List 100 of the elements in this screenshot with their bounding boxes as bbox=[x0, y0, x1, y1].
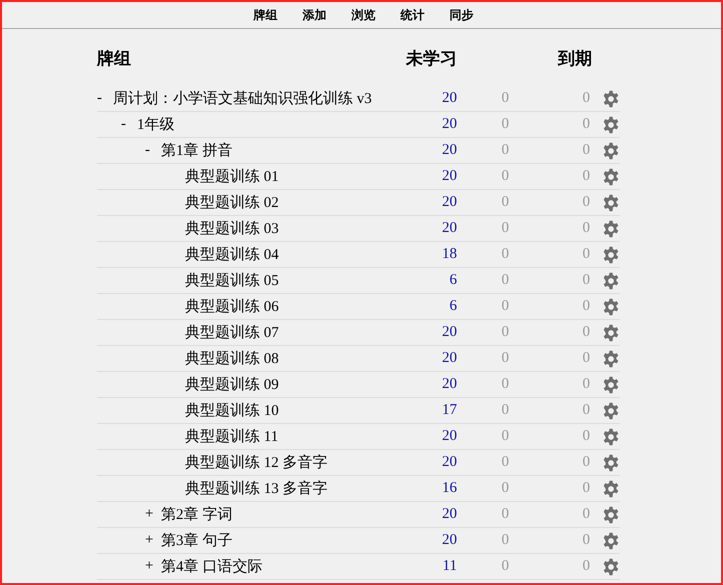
deck-name[interactable]: 典型题训练 11 bbox=[185, 427, 278, 446]
collapse-toggle[interactable]: - bbox=[97, 90, 113, 107]
settings-icon[interactable] bbox=[602, 116, 620, 134]
due-count: 0 bbox=[582, 142, 591, 159]
due-count: 0 bbox=[582, 506, 591, 523]
new-count: 20 bbox=[441, 532, 457, 549]
settings-icon[interactable] bbox=[602, 324, 620, 342]
deck-name[interactable]: 典型题训练 01 bbox=[185, 167, 279, 186]
settings-icon[interactable] bbox=[602, 376, 620, 394]
nav-link[interactable]: 同步 bbox=[450, 6, 474, 24]
learn-count: 0 bbox=[500, 376, 510, 393]
learn-count: 0 bbox=[500, 506, 510, 523]
learn-count: 0 bbox=[500, 246, 510, 263]
learn-count: 0 bbox=[500, 142, 510, 159]
deck-name[interactable]: 第4章 口语交际 bbox=[161, 557, 262, 576]
learn-count: 0 bbox=[500, 298, 510, 315]
collapse-toggle[interactable]: + bbox=[145, 532, 161, 549]
learn-count: 0 bbox=[500, 480, 510, 497]
settings-icon[interactable] bbox=[602, 246, 620, 264]
deck-name[interactable]: 典型题训练 12 多音字 bbox=[185, 453, 328, 472]
settings-icon[interactable] bbox=[602, 402, 620, 420]
new-count: 20 bbox=[441, 506, 457, 523]
learn-count: 0 bbox=[500, 168, 510, 185]
settings-icon[interactable] bbox=[602, 90, 620, 108]
due-count: 0 bbox=[582, 272, 591, 289]
collapse-toggle[interactable]: + bbox=[145, 558, 161, 575]
settings-icon[interactable] bbox=[602, 168, 620, 186]
learn-count: 0 bbox=[500, 116, 510, 133]
collapse-toggle[interactable]: + bbox=[145, 506, 161, 523]
column-header: 到期 bbox=[556, 48, 592, 70]
settings-icon[interactable] bbox=[602, 454, 620, 472]
new-count: 20 bbox=[441, 324, 457, 341]
settings-icon[interactable] bbox=[602, 532, 620, 550]
new-count: 17 bbox=[441, 402, 457, 419]
due-count: 0 bbox=[582, 246, 591, 263]
column-header: 牌组 bbox=[97, 48, 132, 70]
new-count: 20 bbox=[441, 376, 457, 393]
new-count: 6 bbox=[448, 272, 457, 289]
due-count: 0 bbox=[582, 220, 591, 237]
due-count: 0 bbox=[582, 402, 591, 419]
deck-name[interactable]: 典型题训练 02 bbox=[185, 193, 279, 212]
settings-icon[interactable] bbox=[602, 350, 620, 368]
deck-name[interactable]: 典型题训练 03 bbox=[185, 219, 279, 238]
deck-name[interactable]: 典型题训练 05 bbox=[185, 271, 279, 290]
settings-icon[interactable] bbox=[602, 142, 620, 160]
nav-link[interactable]: 牌组 bbox=[254, 6, 278, 24]
due-count: 0 bbox=[582, 454, 591, 471]
due-count: 0 bbox=[582, 194, 591, 211]
due-count: 0 bbox=[582, 480, 591, 497]
new-count: 18 bbox=[441, 246, 457, 263]
new-count: 20 bbox=[441, 350, 457, 367]
learn-count: 0 bbox=[500, 220, 510, 237]
learn-count: 0 bbox=[500, 428, 510, 445]
deck-name[interactable]: 典型题训练 10 bbox=[185, 401, 279, 420]
deck-name[interactable]: 周计划：小学语文基础知识强化训练 v3 bbox=[113, 89, 372, 108]
due-count: 0 bbox=[582, 168, 591, 185]
deck-name[interactable]: 典型题训练 13 多音字 bbox=[185, 479, 328, 498]
new-count: 16 bbox=[441, 480, 457, 497]
settings-icon[interactable] bbox=[602, 272, 620, 290]
deck-name[interactable]: 第1章 拼音 bbox=[161, 141, 232, 160]
new-count: 11 bbox=[442, 558, 457, 575]
deck-name[interactable]: 典型题训练 06 bbox=[185, 297, 279, 316]
learn-count: 0 bbox=[500, 532, 510, 549]
nav-link[interactable]: 统计 bbox=[400, 6, 424, 24]
due-count: 0 bbox=[582, 298, 591, 315]
deck-name[interactable]: 典型题训练 08 bbox=[185, 349, 279, 368]
deck-name[interactable]: 典型题训练 04 bbox=[185, 245, 279, 264]
deck-name[interactable]: 第2章 字词 bbox=[161, 505, 232, 524]
new-count: 6 bbox=[448, 298, 457, 315]
due-count: 0 bbox=[582, 558, 591, 575]
learn-count: 0 bbox=[500, 90, 510, 107]
collapse-toggle[interactable]: - bbox=[121, 116, 137, 133]
settings-icon[interactable] bbox=[602, 480, 620, 498]
deck-name[interactable]: 第3章 句子 bbox=[161, 531, 232, 550]
settings-icon[interactable] bbox=[602, 506, 620, 524]
settings-icon[interactable] bbox=[602, 220, 620, 238]
due-count: 0 bbox=[582, 376, 591, 393]
new-count: 20 bbox=[441, 220, 457, 237]
settings-icon[interactable] bbox=[602, 428, 620, 446]
column-header: 未学习 bbox=[404, 48, 457, 70]
learn-count: 0 bbox=[500, 402, 510, 419]
nav-link[interactable]: 添加 bbox=[302, 6, 326, 24]
due-count: 0 bbox=[582, 350, 591, 367]
deck-name[interactable]: 典型题训练 07 bbox=[185, 323, 279, 342]
due-count: 0 bbox=[582, 324, 591, 341]
deck-name[interactable]: 典型题训练 09 bbox=[185, 375, 279, 394]
deck-name[interactable]: 1年级 bbox=[137, 115, 174, 134]
learn-count: 0 bbox=[500, 558, 510, 575]
due-count: 0 bbox=[582, 532, 591, 549]
learn-count: 0 bbox=[500, 272, 510, 289]
due-count: 0 bbox=[582, 90, 591, 107]
nav-link[interactable]: 浏览 bbox=[352, 6, 376, 24]
learn-count: 0 bbox=[500, 324, 510, 341]
settings-icon[interactable] bbox=[602, 558, 620, 576]
learn-count: 0 bbox=[500, 454, 510, 471]
settings-icon[interactable] bbox=[602, 298, 620, 316]
settings-icon[interactable] bbox=[602, 194, 620, 212]
collapse-toggle[interactable]: - bbox=[145, 142, 161, 159]
new-count: 20 bbox=[441, 428, 457, 445]
learn-count: 0 bbox=[500, 194, 510, 211]
